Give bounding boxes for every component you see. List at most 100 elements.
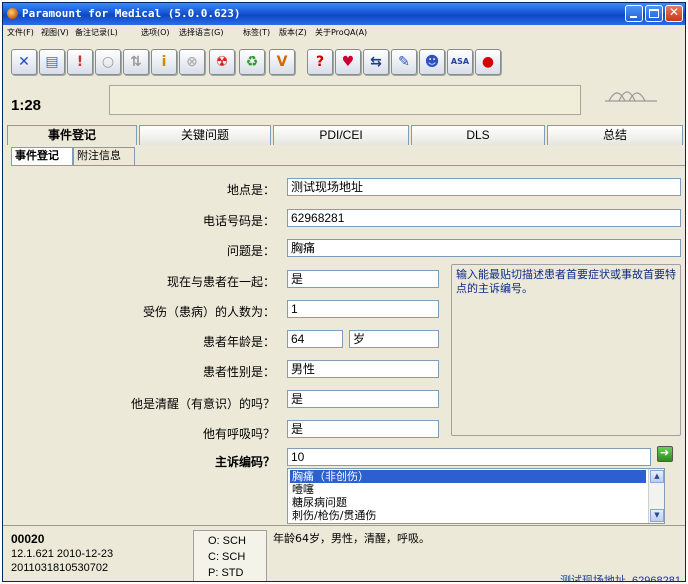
age-label: 患者年龄是： [202,335,275,349]
title-bar: Paramount for Medical (5.0.0.623) ✕ [3,3,685,25]
menu-tags[interactable]: 标签(T) [243,27,270,38]
list-item[interactable]: 糖尿病问题 [290,496,347,509]
conscious-field[interactable]: 是 [287,390,439,408]
stop-button[interactable]: ● [475,49,501,75]
version-date: 12.1.621 2010-12-23 [11,548,114,560]
hazard-button[interactable]: ☢ [209,49,235,75]
breathing-field[interactable]: 是 [287,420,439,438]
code-c: C: SCH [208,551,246,563]
minimize-button[interactable] [625,5,643,22]
menu-file[interactable]: 文件(F) [7,27,34,38]
gender-label: 患者性别是： [202,365,275,379]
info-icon: i [161,54,167,70]
document-button[interactable]: ▤ [39,49,65,75]
num-hurt-label: 受伤（患病）的人数为： [142,305,275,319]
menu-bar: 文件(F) 视图(V) 备注记录(L) 选项(O) 选择语言(G) 标签(T) … [3,25,685,41]
people-button[interactable]: ☻ [419,49,445,75]
scroll-down-icon[interactable]: ▼ [650,509,664,522]
phone-label: 电话号码是： [202,214,275,228]
address-summary: 测试现场地址, 62968281 [559,575,681,582]
with-patient-label: 现在与患者在一起： [166,275,275,289]
hazard-icon: ☢ [215,54,229,70]
circle-button[interactable]: ○ [95,49,121,75]
disabled-x-icon: ⊗ [186,54,198,70]
subtab-notes[interactable]: 附注信息 [73,147,135,165]
complaint-list[interactable]: 胸痛（非创伤） 噎噻 糖尿病问题 刺伤/枪伤/贯通伤 ▲ ▼ [287,468,665,524]
scroll-up-icon[interactable]: ▲ [650,470,664,483]
chief-complaint-field[interactable]: 10 [287,448,651,466]
pen-icon: ✎ [398,54,410,70]
tab-pdi-cei[interactable]: PDI/CEI [273,125,409,145]
num-hurt-field[interactable]: 1 [287,300,439,318]
tab-incident-entry[interactable]: 事件登记 [7,125,137,145]
close-icon: ✕ [668,5,680,19]
close-case-icon: ✕ [18,54,30,70]
problem-field[interactable]: 胸痛 [287,239,681,257]
heart-icon: ♥ [341,54,355,70]
sort-icon: ⇅ [130,54,142,70]
phone-field[interactable]: 62968281 [287,209,681,227]
close-case-button[interactable]: ✕ [11,49,37,75]
incident-form: 地点是： 测试现场地址 电话号码是： 62968281 问题是： 胸痛 现在与患… [11,165,685,525]
brand-logo-icon [605,91,657,102]
transfer-icon: ⇆ [370,54,382,70]
case-id: 00020 [11,532,45,546]
list-scrollbar[interactable]: ▲ ▼ [648,469,664,523]
location-field[interactable]: 测试现场地址 [287,178,681,196]
stop-icon: ● [481,54,495,70]
main-window: Paramount for Medical (5.0.0.623) ✕ 文件(F… [2,2,686,582]
volume-icon: V [276,54,288,70]
menu-view[interactable]: 视图(V) [41,27,69,38]
alert-button[interactable]: ! [67,49,93,75]
subtab-incident-entry[interactable]: 事件登记 [11,147,73,165]
tab-summary[interactable]: 总结 [547,125,683,145]
list-item[interactable]: 刺伤/枪伤/贯通伤 [290,509,376,522]
volume-button[interactable]: V [269,49,295,75]
hint-box: 输入能最贴切描述患者首要症状或事故首要特点的主诉编号。 [451,264,681,436]
help-icon: ? [315,54,325,70]
close-window-button[interactable]: ✕ [665,5,683,22]
window-title: Paramount for Medical (5.0.0.623) [22,7,241,20]
go-button[interactable]: ➜ [657,446,673,462]
case-summary: 年龄64岁，男性，清醒，呼吸。 [273,532,430,545]
menu-options[interactable]: 选项(O) [141,27,170,38]
asa-button[interactable]: ASA [447,49,473,75]
heart-button[interactable]: ♥ [335,49,361,75]
help-button[interactable]: ? [307,49,333,75]
maximize-button[interactable] [645,5,663,22]
age-field[interactable]: 64 [287,330,343,348]
problem-label: 问题是： [226,244,275,258]
response-codes: O: SCH C: SCH P: STD [193,530,267,581]
recycle-button[interactable]: ♻ [239,49,265,75]
gender-field[interactable]: 男性 [287,360,439,378]
alert-icon: ! [76,54,84,70]
code-o: O: SCH [208,535,246,547]
menu-language[interactable]: 选择语言(G) [179,27,223,38]
pen-button[interactable]: ✎ [391,49,417,75]
maximize-icon [649,9,659,18]
with-patient-field[interactable]: 是 [287,270,439,288]
menu-version[interactable]: 版本(Z) [279,27,307,38]
breathing-label: 他有呼吸吗？ [202,427,275,441]
menu-notes[interactable]: 备注记录(L) [75,27,118,38]
age-unit-field[interactable]: 岁 [349,330,439,348]
menu-about[interactable]: 关于ProQA(A) [315,27,367,38]
chief-complaint-label: 主诉编码？ [214,455,275,469]
tab-key-questions[interactable]: 关键问题 [139,125,271,145]
tab-dls[interactable]: DLS [411,125,545,145]
recycle-icon: ♻ [245,54,259,70]
conscious-label: 他是清醒（有意识）的吗？ [130,397,275,411]
asa-icon: ASA [450,57,470,66]
list-item[interactable]: 胸痛（非创伤） [290,470,646,483]
arrow-right-icon: ➜ [660,446,670,459]
info-button[interactable]: i [151,49,177,75]
sort-button[interactable]: ⇅ [123,49,149,75]
list-item[interactable]: 噎噻 [290,483,314,496]
app-logo-icon [7,8,18,19]
disabled-x-button[interactable]: ⊗ [179,49,205,75]
case-number: 2011031810530702 [11,562,109,574]
toolbar: ✕ ▤! ○ ⇅ i ⊗ ☢ ♻ V? ♥ ⇆ ✎ ☻ ASA ● [3,43,685,91]
transfer-button[interactable]: ⇆ [363,49,389,75]
people-icon: ☻ [424,54,440,70]
notes-bar[interactable] [109,85,581,115]
